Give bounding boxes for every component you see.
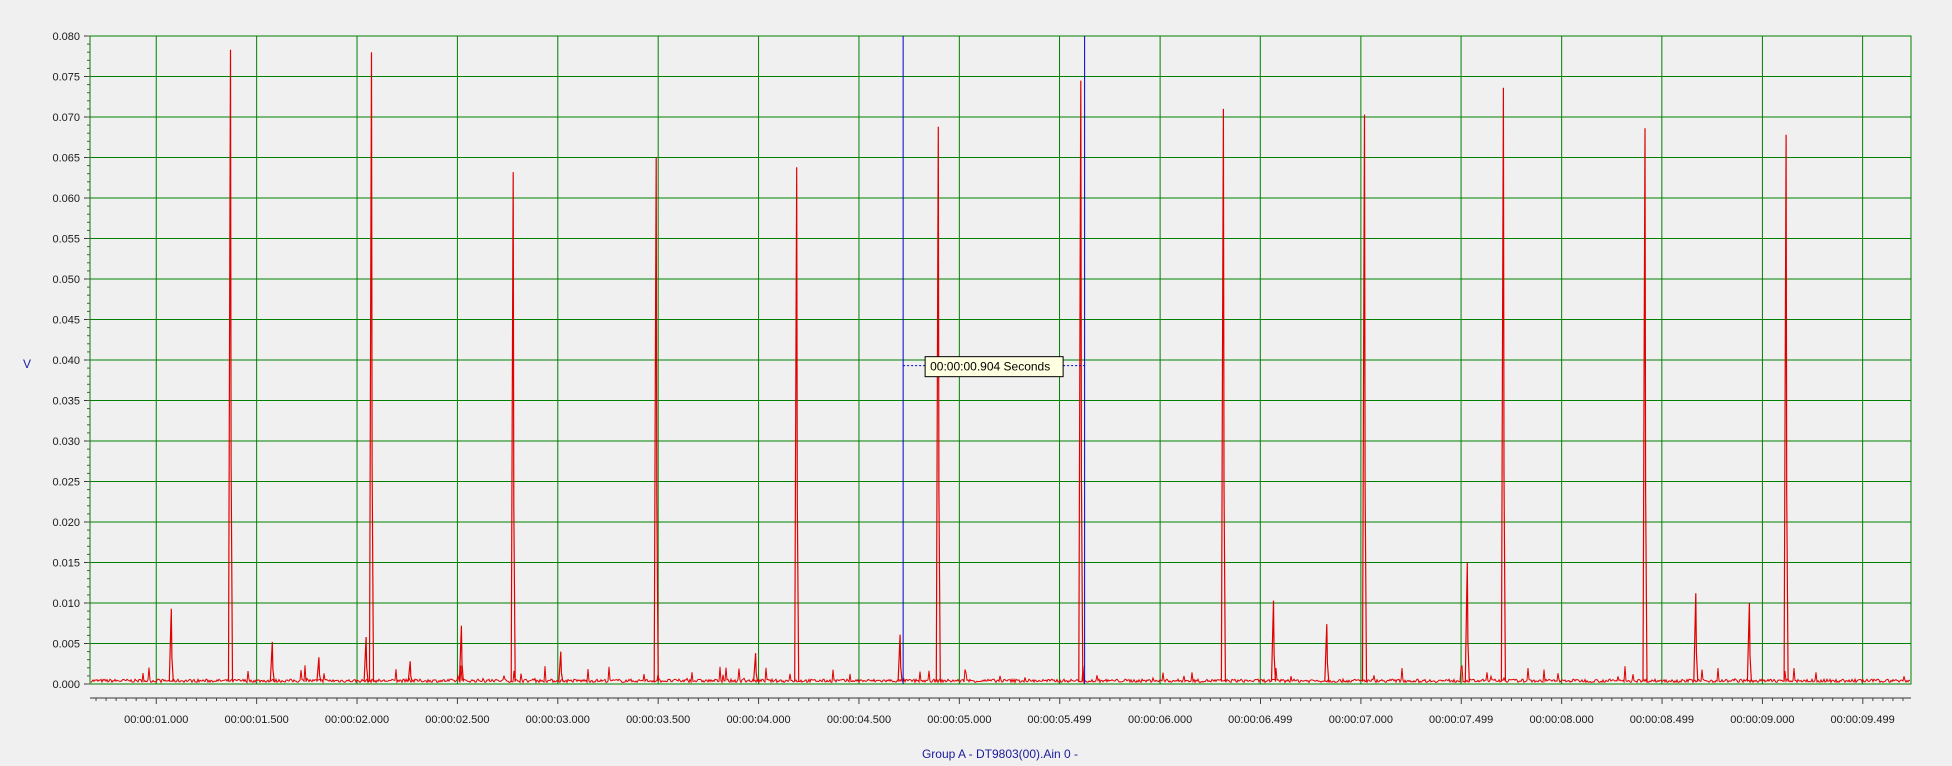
y-axis-title: V	[23, 357, 31, 371]
y-tick-label: 0.020	[52, 517, 80, 529]
x-tick-label: 00:00:08.499	[1630, 714, 1694, 726]
x-tick-label: 00:00:01.500	[225, 714, 289, 726]
x-tick-label: 00:00:07.000	[1329, 714, 1393, 726]
x-tick-label: 00:00:05.000	[927, 714, 991, 726]
chart-root: 0.000 0.005 0.010 0.015 0.020 0.025 0.030 0.035…	[0, 0, 1952, 766]
y-tick-label: 0.075	[52, 72, 80, 84]
y-tick-label: 0.035	[52, 396, 80, 408]
x-tick-label: 00:00:02.000	[325, 714, 389, 726]
x-tick-label: 00:00:02.500	[425, 714, 489, 726]
x-tick-label: 00:00:05.499	[1027, 714, 1091, 726]
x-tick-label: 00:00:03.500	[626, 714, 690, 726]
y-tick-label: 0.005	[52, 639, 80, 651]
x-tick-label: 00:00:06.499	[1228, 714, 1292, 726]
y-tick-label: 0.000	[52, 679, 80, 691]
x-tick-label: 00:00:01.000	[124, 714, 188, 726]
cursor-delta-label: 00:00:00.904 Seconds	[930, 360, 1050, 374]
y-tick-label: 0.070	[52, 112, 80, 124]
y-tick-label: 0.055	[52, 234, 80, 246]
x-axis-title: Group A - DT9803(00).Ain 0 -	[922, 747, 1078, 761]
y-tick-label: 0.040	[52, 355, 80, 367]
y-tick-label: 0.015	[52, 558, 80, 570]
y-tick-label: 0.025	[52, 477, 80, 489]
x-tick-label: 00:00:08.000	[1530, 714, 1594, 726]
x-tick-label: 00:00:09.000	[1730, 714, 1794, 726]
x-tick-label: 00:00:03.000	[526, 714, 590, 726]
y-tick-label: 0.045	[52, 315, 80, 327]
x-tick-label: 00:00:07.499	[1429, 714, 1493, 726]
y-tick-label: 0.010	[52, 598, 80, 610]
x-tick-label: 00:00:04.500	[827, 714, 891, 726]
x-tick-label: 00:00:09.499	[1830, 714, 1894, 726]
x-axis: 00:00:01.000 00:00:01.500 00:00:02.000 00:0…	[90, 697, 1911, 726]
x-tick-label: 00:00:04.000	[726, 714, 790, 726]
y-tick-label: 0.065	[52, 153, 80, 165]
y-tick-label: 0.080	[52, 31, 80, 43]
y-axis: 0.000 0.005 0.010 0.015 0.020 0.025 0.030 0.035…	[52, 31, 90, 691]
y-tick-label: 0.050	[52, 274, 80, 286]
x-tick-label: 00:00:06.000	[1128, 714, 1192, 726]
voltage-chart: 0.000 0.005 0.010 0.015 0.020 0.025 0.030 0.035…	[23, 31, 1912, 761]
y-tick-label: 0.030	[52, 436, 80, 448]
y-tick-label: 0.060	[52, 193, 80, 205]
